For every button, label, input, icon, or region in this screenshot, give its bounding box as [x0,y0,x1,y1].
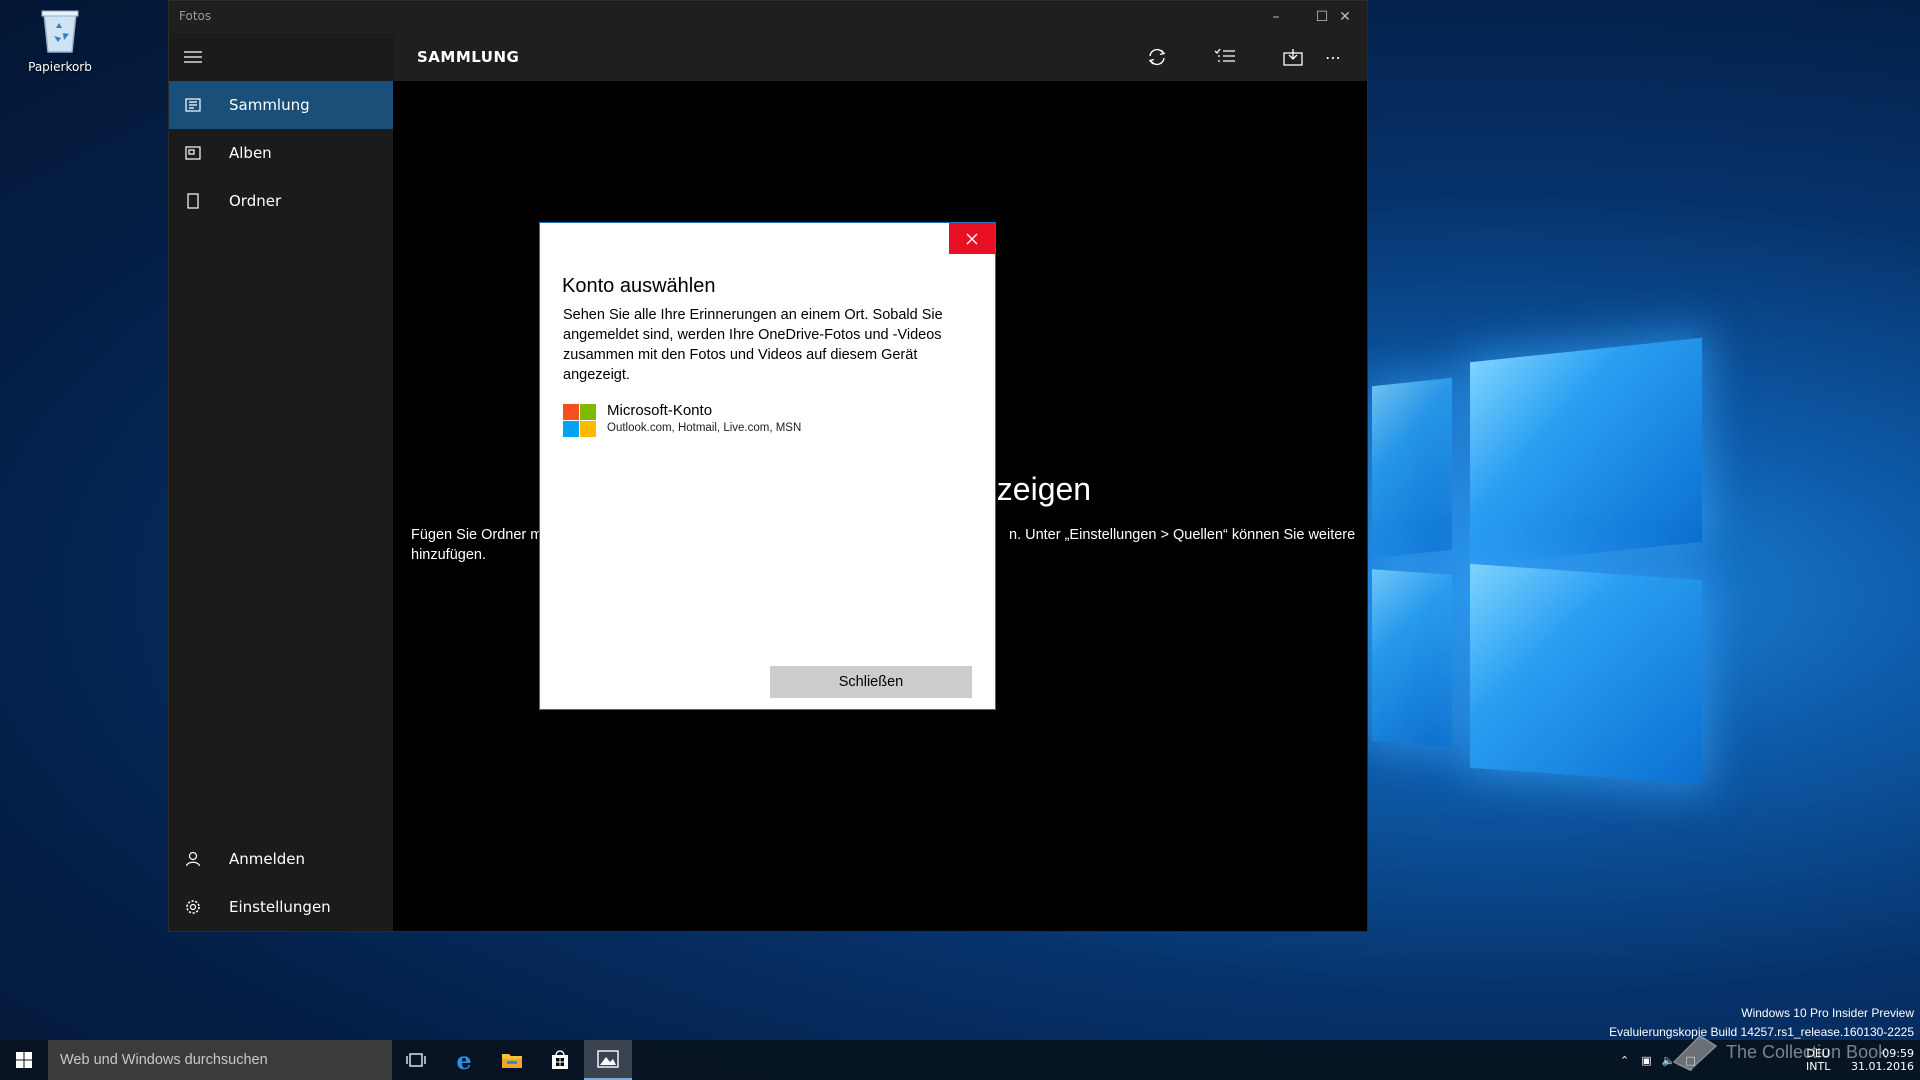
hamburger-icon [184,51,202,63]
photos-icon [597,1050,619,1068]
gear-icon [169,899,217,915]
close-icon [966,233,978,244]
minimize-icon: – [1272,9,1280,25]
task-view-button[interactable] [392,1040,440,1080]
empty-state-text-right: n. Unter „Einstellungen > Quellen“ könne… [1009,527,1356,543]
sidebar-item-label: Ordner [229,192,282,210]
sidebar-item-sammlung[interactable]: Sammlung [169,81,393,129]
taskbar-search-box[interactable]: Web und Windows durchsuchen [48,1040,392,1080]
empty-state-text-left: Fügen Sie Ordner m [411,527,543,543]
sidebar-item-alben[interactable]: Alben [169,129,393,177]
taskbar: Web und Windows durchsuchen e ⌃ ▣ 🔈 □ DE… [0,1040,1920,1080]
collection-icon [169,98,217,112]
start-button[interactable] [0,1040,48,1080]
taskbar-photos[interactable] [584,1040,632,1080]
folder-icon [169,193,217,209]
taskbar-edge[interactable]: e [440,1040,488,1080]
recycle-bin-label: Papierkorb [28,60,92,74]
schliessen-button[interactable]: Schließen [770,666,972,698]
file-explorer-icon [502,1054,522,1068]
dialog-title: Konto auswählen [562,275,716,297]
sidebar-item-anmelden[interactable]: Anmelden [169,835,393,883]
command-bar: SAMMLUNG ⋯ [393,33,1367,81]
hamburger-menu-button[interactable] [169,33,217,81]
sidebar-item-einstellungen[interactable]: Einstellungen [169,883,393,931]
store-icon [552,1050,568,1069]
sidebar-item-label: Einstellungen [229,898,331,916]
more-options-button[interactable]: ⋯ [1299,33,1367,81]
dialog-description: Sehen Sie alle Ihre Erinnerungen an eine… [563,307,943,383]
edge-icon: e [456,1045,472,1075]
refresh-button[interactable] [1123,33,1191,81]
minimize-button[interactable]: – [1253,1,1299,33]
title-bar: Fotos – ☐ ✕ [169,1,1367,33]
sidebar: Sammlung Alben Ordner Anmelden Einstellu… [169,33,393,931]
close-icon: ✕ [1339,9,1351,25]
task-view-icon [406,1053,426,1067]
window-title: Fotos [179,9,212,23]
account-dialog: Konto auswählen Sehen Sie alle Ihre Erin… [539,222,996,710]
empty-state-text-line2: hinzufügen. [411,547,486,563]
select-icon [1214,48,1235,62]
select-button[interactable] [1191,33,1259,81]
sidebar-item-label: Anmelden [229,850,306,868]
account-name: Microsoft-Konto [607,402,713,419]
taskbar-file-explorer[interactable] [488,1040,536,1080]
build-watermark-line1: Windows 10 Pro Insider Preview [1741,1006,1914,1020]
sidebar-item-label: Alben [229,144,272,162]
overlay-text: The Collection Book [1726,1041,1888,1062]
dialog-close-button[interactable] [949,223,995,254]
chevron-up-icon: ⌃ [1620,1053,1630,1067]
account-services: Outlook.com, Hotmail, Live.com, MSN [607,422,802,434]
sidebar-item-ordner[interactable]: Ordner [169,177,393,225]
book-logo-icon [1672,1035,1718,1071]
microsoft-logo-icon [563,404,596,437]
recycle-bin-desktop-icon[interactable]: Papierkorb [22,6,98,74]
microsoft-account-option[interactable]: Microsoft-Konto Outlook.com, Hotmail, Li… [563,402,963,442]
refresh-icon [1148,48,1166,66]
more-icon: ⋯ [1325,47,1341,67]
person-icon [169,851,217,867]
taskbar-store[interactable] [536,1040,584,1080]
network-icon: ▣ [1641,1053,1652,1067]
sidebar-item-label: Sammlung [229,96,310,114]
album-icon [169,146,217,160]
page-title: SAMMLUNG [417,48,520,66]
recycle-bin-icon [38,6,82,54]
windows-start-icon [16,1052,32,1068]
close-window-button[interactable]: ✕ [1322,1,1368,33]
collection-book-overlay: The Collection Book [1670,1032,1887,1072]
